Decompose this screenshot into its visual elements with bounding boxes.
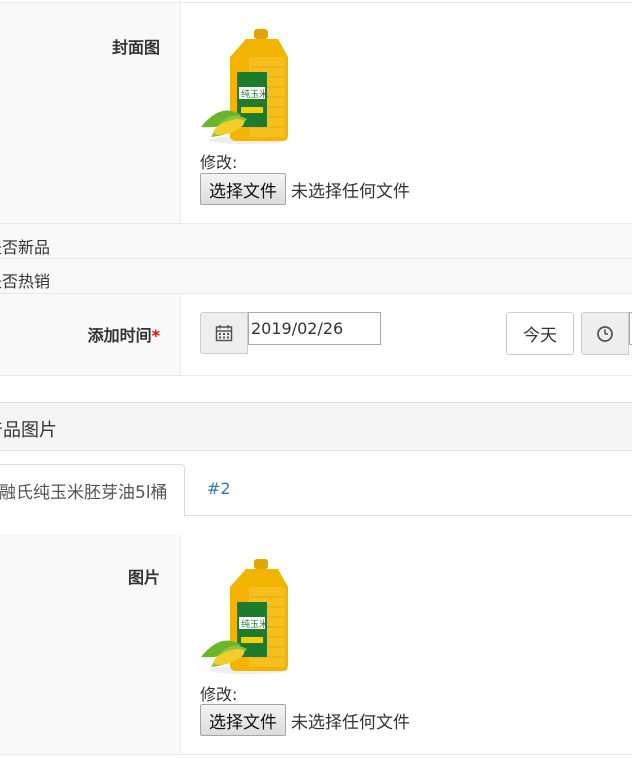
gallery-panel-heading: 产品图片 — [0, 402, 632, 451]
gallery-product-image: 纯玉米 — [201, 559, 289, 674]
is-hot-row: 是否热销 — [0, 259, 632, 294]
cover-value-cell: 纯玉米 修改: 选择文件 未选择任何文件 — [181, 3, 632, 223]
gallery-modify-label: 修改: — [200, 685, 238, 704]
clock-icon — [597, 325, 613, 342]
gallery-image-label: 图片 — [127, 568, 160, 587]
add-time-row: 添加时间* 2019/02/26 今天 — [0, 294, 632, 376]
svg-text:纯玉米: 纯玉米 — [241, 88, 268, 100]
calendar-addon[interactable] — [200, 312, 248, 354]
cover-product-image: 纯玉米 — [201, 29, 289, 144]
tab-product-1[interactable]: 融氏纯玉米胚芽油5l桶 — [0, 464, 185, 517]
add-time-value-cell: 2019/02/26 今天 — [181, 294, 632, 375]
clock-addon[interactable] — [581, 312, 629, 355]
cover-modify-label: 修改: — [200, 153, 238, 172]
gallery-file-status: 未选择任何文件 — [291, 712, 410, 733]
is-new-label: 是否新品 — [0, 238, 51, 257]
add-time-label-text: 添加时间 — [87, 326, 152, 345]
tab-product-2[interactable]: #2 — [207, 479, 231, 498]
calendar-icon — [215, 325, 233, 342]
today-button[interactable]: 今天 — [506, 312, 574, 355]
is-new-row: 是否新品 — [0, 224, 632, 259]
is-hot-label: 是否热销 — [0, 272, 51, 291]
gallery-image-row: 图片 纯玉米 修改: 选择文件 未选择任何文件 — [0, 535, 632, 755]
cover-file-status: 未选择任何文件 — [291, 181, 410, 202]
date-input[interactable]: 2019/02/26 — [248, 312, 381, 345]
gallery-choose-file-button[interactable]: 选择文件 — [200, 704, 286, 736]
gallery-tabs: 融氏纯玉米胚芽油5l桶 #2 — [0, 463, 632, 517]
add-time-label-cell: 添加时间* — [0, 294, 181, 375]
cover-choose-file-button[interactable]: 选择文件 — [200, 173, 286, 205]
gallery-file-input[interactable]: 选择文件 未选择任何文件 — [200, 704, 410, 736]
gallery-image-value-cell: 纯玉米 修改: 选择文件 未选择任何文件 — [181, 535, 632, 754]
cover-label: 封面图 — [111, 38, 160, 57]
tab-product-1-label: 融氏纯玉米胚芽油5l桶 — [0, 483, 168, 503]
gallery-heading: 产品图片 — [0, 420, 57, 441]
add-time-label: 添加时间* — [88, 322, 160, 346]
gallery-image-label-cell: 图片 — [0, 535, 181, 754]
required-mark: * — [151, 326, 160, 345]
svg-text:纯玉米: 纯玉米 — [241, 618, 268, 630]
cover-label-cell: 封面图 — [0, 3, 181, 223]
cover-file-input[interactable]: 选择文件 未选择任何文件 — [200, 173, 410, 205]
cover-image-row: 封面图 纯玉米 修改: 选择文件 未选择任何文件 — [0, 2, 632, 224]
